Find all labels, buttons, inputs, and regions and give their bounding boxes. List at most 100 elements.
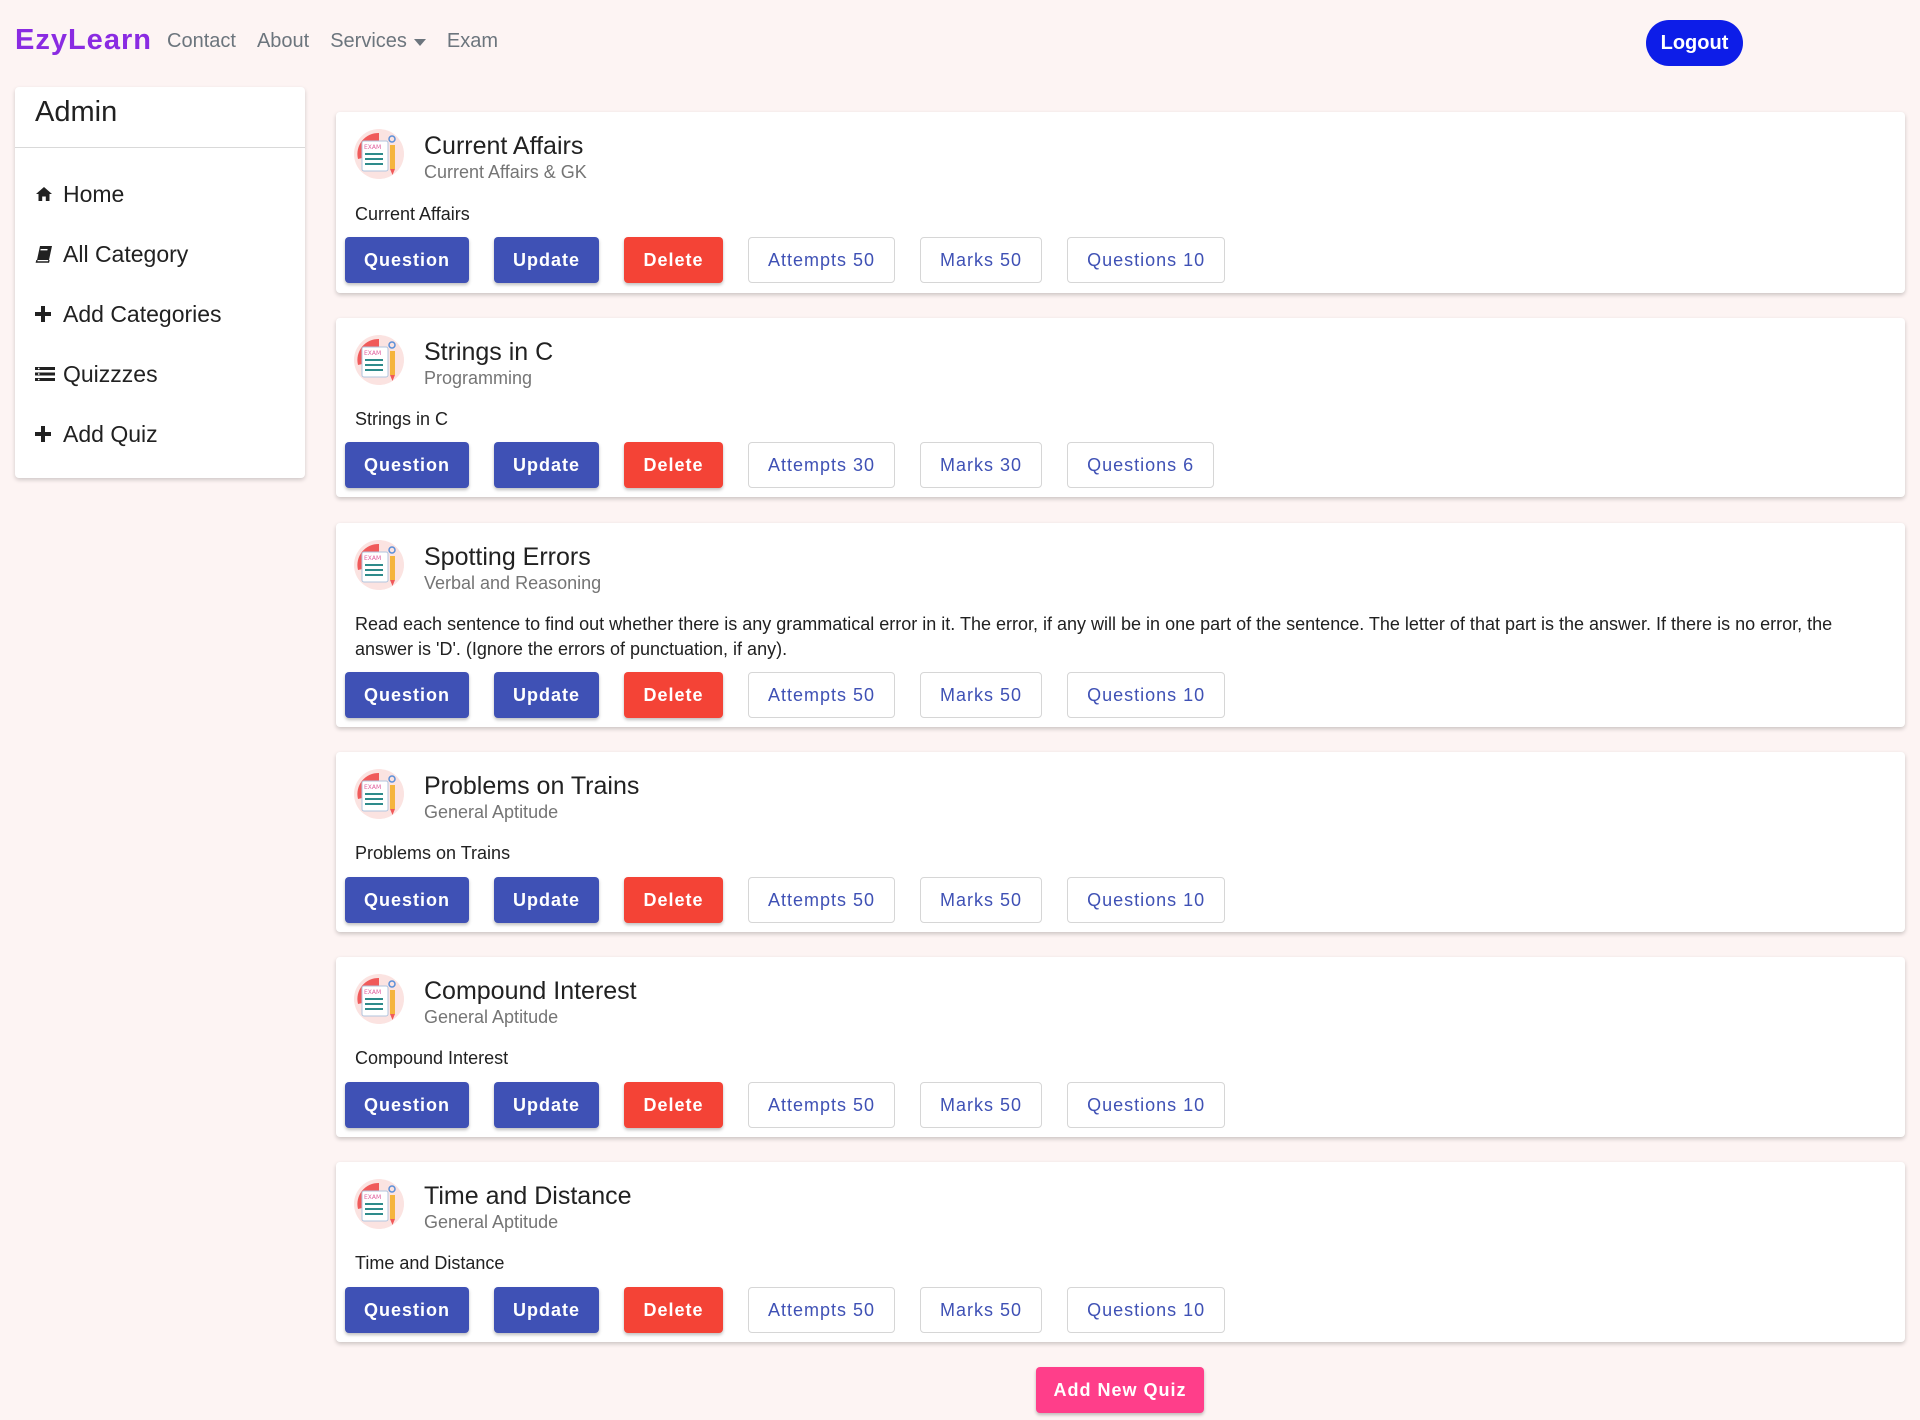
sidebar-item-quizzes[interactable]: Quizzzes — [15, 344, 305, 404]
quiz-card-header: EXAM Spotting Errors Verbal and Reasonin… — [354, 540, 601, 594]
marks-button[interactable]: Marks 30 — [920, 442, 1043, 488]
sidebar-item-label: All Category — [63, 240, 189, 267]
attempts-button[interactable]: Attempts 50 — [748, 877, 896, 923]
question-button[interactable]: Question — [345, 672, 469, 718]
quiz-category: General Aptitude — [424, 1212, 559, 1232]
marks-button[interactable]: Marks 50 — [920, 237, 1043, 283]
question-button[interactable]: Question — [345, 1082, 469, 1128]
svg-text:EXAM: EXAM — [364, 350, 381, 357]
quiz-card: EXAM Problems on Trains General Aptitude… — [336, 752, 1905, 932]
quiz-card-titles: Strings in C Programming — [424, 337, 553, 389]
sidebar-item-add-quiz[interactable]: Add Quiz — [15, 404, 305, 464]
marks-button[interactable]: Marks 50 — [920, 1287, 1043, 1333]
svg-text:EXAM: EXAM — [364, 989, 381, 996]
sidebar-item-home[interactable]: Home — [15, 164, 305, 224]
delete-button[interactable]: Delete — [624, 877, 723, 923]
attempts-button[interactable]: Attempts 30 — [748, 442, 896, 488]
quiz-card: EXAM Strings in C Programming Strings in… — [336, 318, 1905, 497]
sidebar-list: Home All Category Add Categories Quizzze… — [15, 148, 305, 464]
quiz-card-header: EXAM Compound Interest General Aptitude — [354, 974, 637, 1028]
svg-text:EXAM: EXAM — [364, 555, 381, 562]
quiz-actions: Question Update Delete Attempts 50 Marks… — [345, 877, 1250, 923]
quiz-card: EXAM Current Affairs Current Affairs & G… — [336, 112, 1905, 293]
quiz-card: EXAM Spotting Errors Verbal and Reasonin… — [336, 523, 1905, 727]
svg-text:EXAM: EXAM — [364, 144, 381, 151]
nav-link-services[interactable]: Services — [330, 30, 426, 53]
nav-link-contact[interactable]: Contact — [167, 30, 236, 53]
quiz-actions: Question Update Delete Attempts 30 Marks… — [345, 442, 1239, 488]
update-button[interactable]: Update — [494, 442, 599, 488]
quiz-category: Current Affairs & GK — [424, 162, 587, 182]
chevron-down-icon — [413, 39, 426, 46]
home-icon — [35, 186, 59, 202]
svg-text:EXAM: EXAM — [364, 1194, 381, 1201]
questions-button[interactable]: Questions 10 — [1067, 1287, 1226, 1333]
questions-button[interactable]: Questions 6 — [1067, 442, 1215, 488]
attempts-button[interactable]: Attempts 50 — [748, 237, 896, 283]
quiz-actions: Question Update Delete Attempts 50 Marks… — [345, 237, 1250, 283]
attempts-button[interactable]: Attempts 50 — [748, 1287, 896, 1333]
quiz-description: Problems on Trains — [355, 843, 511, 863]
brand-logo[interactable]: EzyLearn — [15, 24, 152, 57]
delete-button[interactable]: Delete — [624, 237, 723, 283]
update-button[interactable]: Update — [494, 672, 599, 718]
quiz-card-header: EXAM Strings in C Programming — [354, 335, 553, 389]
exam-icon: EXAM — [354, 129, 404, 179]
quiz-category: General Aptitude — [424, 802, 559, 822]
quiz-description: Read each sentence to find out whether t… — [355, 614, 1833, 659]
nav-link-services-label: Services — [330, 30, 407, 52]
quiz-card-header: EXAM Time and Distance General Aptitude — [354, 1179, 632, 1233]
update-button[interactable]: Update — [494, 877, 599, 923]
question-button[interactable]: Question — [345, 442, 469, 488]
question-button[interactable]: Question — [345, 1287, 469, 1333]
nav-link-about[interactable]: About — [257, 30, 309, 53]
exam-icon: EXAM — [354, 769, 404, 819]
delete-button[interactable]: Delete — [624, 1287, 723, 1333]
update-button[interactable]: Update — [494, 1082, 599, 1128]
exam-icon: EXAM — [354, 540, 404, 590]
questions-button[interactable]: Questions 10 — [1067, 1082, 1226, 1128]
quiz-category: General Aptitude — [424, 1007, 559, 1027]
quiz-category: Programming — [424, 368, 533, 388]
add-new-quiz-button[interactable]: Add New Quiz — [1036, 1367, 1204, 1413]
quiz-description: Current Affairs — [355, 204, 470, 224]
quiz-title: Compound Interest — [424, 977, 637, 1005]
questions-button[interactable]: Questions 10 — [1067, 237, 1226, 283]
exam-icon: EXAM — [354, 335, 404, 385]
delete-button[interactable]: Delete — [624, 1082, 723, 1128]
sidebar-item-all-category[interactable]: All Category — [15, 224, 305, 284]
exam-icon: EXAM — [354, 974, 404, 1024]
sidebar-item-add-categories[interactable]: Add Categories — [15, 284, 305, 344]
quiz-description: Strings in C — [355, 409, 449, 429]
quiz-category: Verbal and Reasoning — [424, 573, 602, 593]
quiz-description: Compound Interest — [355, 1048, 509, 1068]
questions-button[interactable]: Questions 10 — [1067, 877, 1226, 923]
sidebar-title: Admin — [15, 87, 305, 148]
nav-link-exam[interactable]: Exam — [447, 30, 498, 53]
delete-button[interactable]: Delete — [624, 672, 723, 718]
quiz-title: Problems on Trains — [424, 772, 640, 800]
quiz-card: EXAM Compound Interest General Aptitude … — [336, 957, 1905, 1137]
update-button[interactable]: Update — [494, 237, 599, 283]
attempts-button[interactable]: Attempts 50 — [748, 672, 896, 718]
quiz-card-titles: Compound Interest General Aptitude — [424, 976, 637, 1028]
quiz-title: Spotting Errors — [424, 543, 591, 571]
question-button[interactable]: Question — [345, 237, 469, 283]
update-button[interactable]: Update — [494, 1287, 599, 1333]
logout-button[interactable]: Logout — [1646, 20, 1743, 66]
marks-button[interactable]: Marks 50 — [920, 1082, 1043, 1128]
sidebar-item-label: Add Categories — [63, 300, 222, 327]
marks-button[interactable]: Marks 50 — [920, 877, 1043, 923]
quiz-title: Current Affairs — [424, 132, 584, 160]
questions-button[interactable]: Questions 10 — [1067, 672, 1226, 718]
quiz-title: Time and Distance — [424, 1182, 632, 1210]
quiz-card-titles: Spotting Errors Verbal and Reasoning — [424, 542, 601, 594]
question-button[interactable]: Question — [345, 877, 469, 923]
delete-button[interactable]: Delete — [624, 442, 723, 488]
attempts-button[interactable]: Attempts 50 — [748, 1082, 896, 1128]
quiz-actions: Question Update Delete Attempts 50 Marks… — [345, 1287, 1250, 1333]
quiz-card-titles: Problems on Trains General Aptitude — [424, 771, 639, 823]
navbar: EzyLearn Contact About Services Exam Log… — [0, 0, 1920, 86]
quiz-title: Strings in C — [424, 338, 554, 366]
marks-button[interactable]: Marks 50 — [920, 672, 1043, 718]
